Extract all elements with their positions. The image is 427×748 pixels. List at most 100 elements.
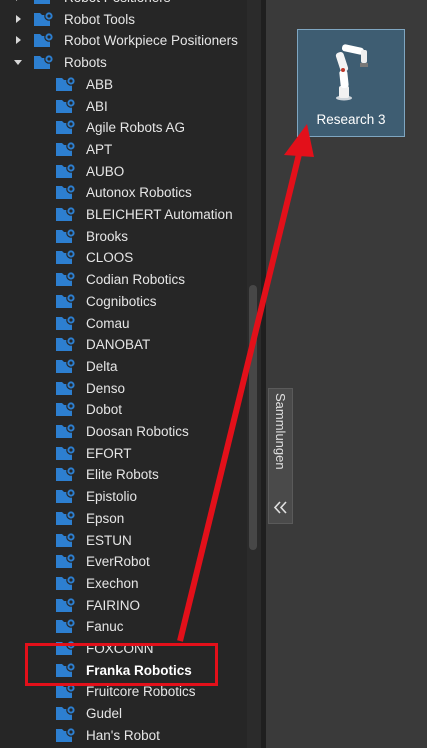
folder-gear-icon	[33, 31, 55, 49]
card-label: Research 3	[316, 112, 386, 127]
folder-gear-icon	[55, 422, 77, 440]
tree-item[interactable]: Robot Workpiece Positioners	[0, 30, 247, 51]
tree-item[interactable]: Denso	[0, 378, 247, 399]
tree-item[interactable]: FAIRINO	[0, 595, 247, 616]
tree-item[interactable]: Elite Robots	[0, 464, 247, 485]
folder-gear-icon	[55, 205, 77, 223]
tree-item[interactable]: FOXCONN	[0, 638, 247, 659]
tree-item[interactable]: Exechon	[0, 573, 247, 594]
folder-gear-icon	[55, 704, 77, 722]
tree-item-label: Cognibotics	[86, 293, 157, 309]
tree-item[interactable]: ABI	[0, 96, 247, 117]
folder-gear-icon	[55, 400, 77, 418]
double-chevron-left-icon[interactable]	[272, 499, 289, 516]
tree-item-label: ESTUN	[86, 532, 132, 548]
tree-item[interactable]: Agile Robots AG	[0, 117, 247, 138]
tree-item[interactable]: Robots	[0, 52, 247, 73]
folder-gear-icon	[55, 227, 77, 245]
tree-item[interactable]: Doosan Robotics	[0, 421, 247, 442]
folder-gear-icon	[55, 97, 77, 115]
tree-item-label: EFORT	[86, 445, 132, 461]
tree-item[interactable]: EverRobot	[0, 551, 247, 572]
tree-item-label: EverRobot	[86, 554, 150, 570]
folder-gear-icon	[55, 379, 77, 397]
tree-item-label: Fruitcore Robotics	[86, 684, 196, 700]
tree-item[interactable]: EFORT	[0, 443, 247, 464]
tree-item-label: ABI	[86, 98, 108, 114]
folder-gear-icon	[55, 682, 77, 700]
tree-item[interactable]: Comau	[0, 313, 247, 334]
folder-gear-icon	[55, 248, 77, 266]
folder-gear-icon	[55, 444, 77, 462]
tree-item[interactable]: Epistolio	[0, 486, 247, 507]
collections-tab-label: Sammlungen	[273, 393, 288, 470]
tree-item[interactable]: BLEICHERT Automation	[0, 204, 247, 225]
folder-gear-icon	[33, 53, 55, 71]
tree-item[interactable]: Delta	[0, 356, 247, 377]
chevron-right-icon[interactable]	[13, 35, 23, 45]
tree-item-label: Robot Positioners	[64, 0, 171, 6]
tree-item[interactable]: DANOBAT	[0, 334, 247, 355]
tree-item-label: Doosan Robotics	[86, 424, 189, 439]
tree-scrollbar-thumb[interactable]	[249, 285, 257, 550]
library-tree-panel: Robot Positioners Robot Tools Robot Workpi…	[0, 0, 247, 748]
tree-item[interactable]: ESTUN	[0, 530, 247, 551]
tree-item-label: Agile Robots AG	[86, 120, 186, 136]
folder-gear-icon	[55, 531, 77, 549]
folder-gear-icon	[55, 335, 77, 353]
tree-item[interactable]: Brooks	[0, 226, 247, 247]
tree-item[interactable]: Robot Tools	[0, 9, 247, 30]
tree-item[interactable]: Cognibotics	[0, 291, 247, 312]
folder-gear-icon	[55, 552, 77, 570]
tree-item-label: Brooks	[86, 228, 129, 244]
tree-item-label: Gudel	[86, 706, 123, 722]
folder-gear-icon	[55, 465, 77, 483]
tree-item-label: Fanuc	[86, 619, 124, 635]
tree-item-label: Denso	[86, 380, 126, 396]
tree-item-label: Robot Tools	[64, 11, 136, 27]
collections-side-tab[interactable]: Sammlungen	[268, 388, 293, 524]
folder-gear-icon	[33, 10, 55, 28]
folder-gear-icon	[55, 357, 77, 375]
tree-item[interactable]: Fanuc	[0, 616, 247, 637]
folder-gear-icon	[55, 661, 77, 679]
tree-item[interactable]: Franka Robotics	[0, 660, 247, 681]
tree-item[interactable]: APT	[0, 139, 247, 160]
tree-item[interactable]: Fruitcore Robotics	[0, 681, 247, 702]
tree-item[interactable]: ABB	[0, 74, 247, 95]
chevron-right-icon[interactable]	[13, 0, 23, 2]
tree-item-label: Exechon	[86, 575, 139, 591]
folder-gear-icon	[55, 639, 77, 657]
chevron-right-icon[interactable]	[13, 14, 23, 24]
tree-item-label: Epistolio	[86, 489, 138, 505]
tree-item-label: Delta	[86, 358, 118, 374]
tree-item-label: BLEICHERT Automation	[86, 207, 233, 222]
tree-item-label: Epson	[86, 510, 125, 526]
tree-item[interactable]: CLOOS	[0, 247, 247, 268]
robot-card-research-3[interactable]: Research 3	[297, 29, 405, 137]
folder-gear-icon	[55, 270, 77, 288]
folder-gear-icon	[55, 292, 77, 310]
tree-item[interactable]: Epson	[0, 508, 247, 529]
tree-item-label: Franka Robotics	[86, 662, 192, 678]
tree-item-label: CLOOS	[86, 250, 134, 266]
tree-item[interactable]: Robot Positioners	[0, 0, 247, 8]
tree-item[interactable]: AUBO	[0, 161, 247, 182]
folder-gear-icon	[55, 487, 77, 505]
folder-gear-icon	[55, 140, 77, 158]
tree-item-label: DANOBAT	[86, 337, 151, 353]
tree-item-label: Dobot	[86, 402, 123, 418]
tree-item[interactable]: Gudel	[0, 703, 247, 724]
tree-item[interactable]: Dobot	[0, 399, 247, 420]
tree-item-label: AUBO	[86, 163, 125, 179]
tree-item-label: Robots	[64, 55, 107, 71]
tree-item-label: APT	[86, 141, 113, 157]
tree-item[interactable]: Han's Robot	[0, 725, 247, 746]
folder-gear-icon	[55, 574, 77, 592]
tree-item-label: FOXCONN	[86, 641, 154, 656]
folder-gear-icon	[55, 509, 77, 527]
chevron-down-icon[interactable]	[13, 57, 23, 67]
tree-item-label: ABB	[86, 76, 114, 92]
tree-item[interactable]: Codian Robotics	[0, 269, 247, 290]
tree-item[interactable]: Autonox Robotics	[0, 182, 247, 203]
